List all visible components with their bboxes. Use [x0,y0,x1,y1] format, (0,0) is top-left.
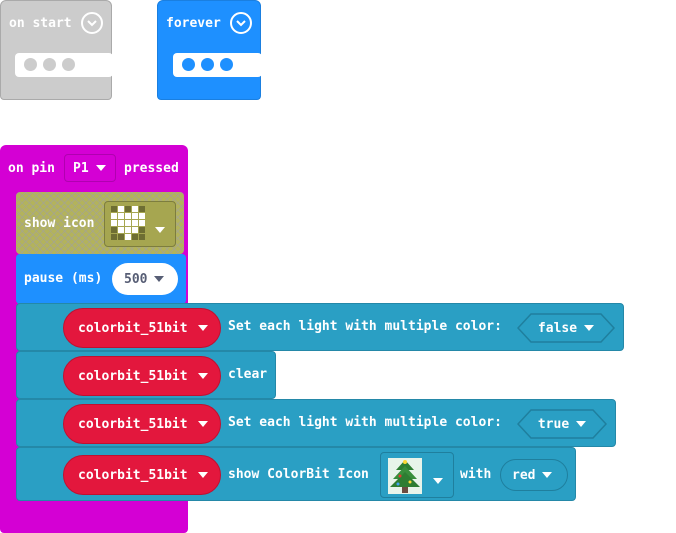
boolean-dropdown[interactable]: false [517,313,615,343]
colorbit-device-dropdown[interactable]: colorbit_51bit [63,455,221,495]
pause-label: pause (ms) [24,271,103,286]
clear-label: clear [228,367,268,382]
with-label: with [460,467,492,482]
collapse-chevron-icon[interactable] [81,12,103,34]
dropdown-arrow-icon [197,421,208,427]
show-icon-block[interactable]: show icon [16,192,184,254]
colorbit-set-lights-block[interactable]: colorbit_51bit Set each light with multi… [16,399,616,447]
colorbit-device-dropdown[interactable]: colorbit_51bit [63,308,221,348]
placeholder-dot [201,58,214,71]
dropdown-arrow-icon [576,421,587,427]
placeholder-dot [62,58,75,71]
colorbit-device-value: colorbit_51bit [78,416,188,432]
on-pin-label: on pin [8,161,55,176]
colorbit-device-dropdown[interactable]: colorbit_51bit [63,404,221,444]
christmas-tree-icon [388,458,422,494]
icon-picker-dropdown[interactable] [104,201,176,247]
colorbit-device-dropdown[interactable]: colorbit_51bit [63,356,221,396]
dropdown-arrow-icon [155,222,165,237]
dropdown-arrow-icon [95,165,106,171]
colorbit-icon-picker-dropdown[interactable] [380,452,454,498]
colorbit-show-icon-block[interactable]: colorbit_51bit show ColorBit Icon with r… [16,447,576,501]
pause-duration-dropdown[interactable]: 500 [112,263,178,295]
dropdown-arrow-icon [197,472,208,478]
dropdown-arrow-icon [197,325,208,331]
dropdown-arrow-icon [542,472,553,478]
on-start-body-slot [15,53,113,77]
heart-icon [111,206,145,240]
show-icon-label: show icon [24,216,95,231]
pause-duration-value: 500 [124,271,148,287]
on-start-label: on start [9,16,72,31]
pin-dropdown-value: P1 [73,160,89,176]
forever-block[interactable]: forever [157,0,262,100]
colorbit-clear-block[interactable]: colorbit_51bit clear [16,351,276,399]
color-value: red [512,467,536,483]
colorbit-device-value: colorbit_51bit [78,320,188,336]
dropdown-arrow-icon [433,473,443,488]
placeholder-dot [24,58,37,71]
placeholder-dot [182,58,195,71]
forever-label: forever [166,16,221,31]
placeholder-dot [43,58,56,71]
set-lights-label: Set each light with multiple color: [228,415,502,430]
on-start-block[interactable]: on start [0,0,113,100]
boolean-value: false [537,320,578,336]
pressed-label: pressed [124,161,179,176]
colorbit-set-lights-block[interactable]: colorbit_51bit Set each light with multi… [16,303,624,351]
colorbit-device-value: colorbit_51bit [78,467,188,483]
boolean-value: true [537,416,570,432]
collapse-chevron-icon[interactable] [230,12,252,34]
dropdown-arrow-icon [584,325,595,331]
forever-body-slot [173,53,262,77]
pin-dropdown[interactable]: P1 [64,154,116,182]
boolean-dropdown[interactable]: true [517,409,607,439]
dropdown-arrow-icon [197,373,208,379]
color-dropdown[interactable]: red [500,459,568,491]
colorbit-device-value: colorbit_51bit [78,368,188,384]
placeholder-dot [220,58,233,71]
dropdown-arrow-icon [154,276,165,282]
set-lights-label: Set each light with multiple color: [228,319,502,334]
pause-block[interactable]: pause (ms) 500 [16,254,186,304]
show-colorbit-icon-label: show ColorBit Icon [228,467,369,482]
